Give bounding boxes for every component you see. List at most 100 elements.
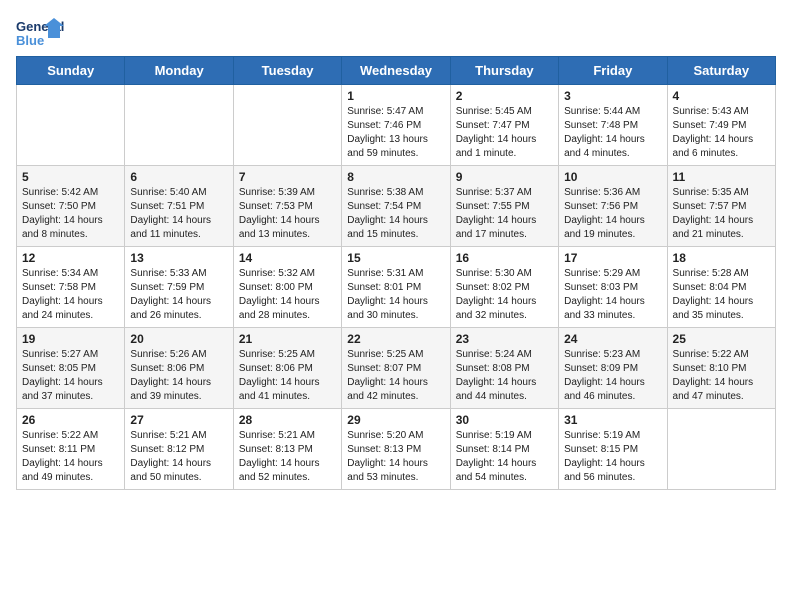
- calendar-week-2: 5Sunrise: 5:42 AMSunset: 7:50 PMDaylight…: [17, 166, 776, 247]
- day-number: 8: [347, 170, 444, 184]
- calendar-cell: 29 Sunrise: 5:20 AMSunset: 8:13 PMDayligh…: [342, 409, 450, 490]
- day-number: 5: [22, 170, 119, 184]
- calendar-cell: 3 Sunrise: 5:44 AMSunset: 7:48 PMDaylight…: [559, 85, 667, 166]
- day-info: Sunrise: 5:44 AMSunset: 7:48 PMDaylight:…: [564, 105, 661, 161]
- calendar-week-1: 1Sunrise: 5:47 AMSunset: 7:46 PMDaylight…: [17, 85, 776, 166]
- calendar-cell: 16 Sunrise: 5:30 AMSunset: 8:02 PMDayligh…: [450, 247, 558, 328]
- day-number: 18: [673, 251, 770, 265]
- calendar-cell: 2 Sunrise: 5:45 AMSunset: 7:47 PMDaylight…: [450, 85, 558, 166]
- day-header-thursday: Thursday: [450, 57, 558, 85]
- calendar-week-5: 26 Sunrise: 5:22 AMSunset: 8:11 PMDayligh…: [17, 409, 776, 490]
- calendar-cell: 14 Sunrise: 5:32 AMSunset: 8:00 PMDayligh…: [233, 247, 341, 328]
- calendar-cell: 23 Sunrise: 5:24 AMSunset: 8:08 PMDayligh…: [450, 328, 558, 409]
- svg-text:Blue: Blue: [16, 33, 44, 48]
- day-info: Sunrise: 5:43 AMSunset: 7:49 PMDaylight:…: [673, 105, 770, 161]
- day-info: Sunrise: 5:37 AMSunset: 7:55 PMDaylight:…: [456, 186, 553, 242]
- calendar-cell: 6 Sunrise: 5:40 AMSunset: 7:51 PMDaylight…: [125, 166, 233, 247]
- day-info: Sunrise: 5:29 AMSunset: 8:03 PMDaylight:…: [564, 267, 661, 323]
- day-number: 23: [456, 332, 553, 346]
- day-number: 14: [239, 251, 336, 265]
- day-number: 26: [22, 413, 119, 427]
- day-info: Sunrise: 5:22 AMSunset: 8:11 PMDaylight:…: [22, 429, 119, 485]
- day-info: Sunrise: 5:21 AMSunset: 8:13 PMDaylight:…: [239, 429, 336, 485]
- calendar-cell: 22 Sunrise: 5:25 AMSunset: 8:07 PMDayligh…: [342, 328, 450, 409]
- day-info: Sunrise: 5:30 AMSunset: 8:02 PMDaylight:…: [456, 267, 553, 323]
- day-info: Sunrise: 5:21 AMSunset: 8:12 PMDaylight:…: [130, 429, 227, 485]
- calendar-cell: 30Sunrise: 5:19 AMSunset: 8:14 PMDayligh…: [450, 409, 558, 490]
- day-header-monday: Monday: [125, 57, 233, 85]
- calendar-cell: 20 Sunrise: 5:26 AMSunset: 8:06 PMDayligh…: [125, 328, 233, 409]
- day-info: Sunrise: 5:26 AMSunset: 8:06 PMDaylight:…: [130, 348, 227, 404]
- calendar-cell: [233, 85, 341, 166]
- day-info: Sunrise: 5:32 AMSunset: 8:00 PMDaylight:…: [239, 267, 336, 323]
- day-number: 19: [22, 332, 119, 346]
- day-header-wednesday: Wednesday: [342, 57, 450, 85]
- day-number: 16: [456, 251, 553, 265]
- calendar-cell: 21 Sunrise: 5:25 AMSunset: 8:06 PMDayligh…: [233, 328, 341, 409]
- day-number: 7: [239, 170, 336, 184]
- calendar-cell: [17, 85, 125, 166]
- day-header-saturday: Saturday: [667, 57, 775, 85]
- day-number: 2: [456, 89, 553, 103]
- day-number: 15: [347, 251, 444, 265]
- calendar-week-4: 19 Sunrise: 5:27 AMSunset: 8:05 PMDayligh…: [17, 328, 776, 409]
- day-number: 28: [239, 413, 336, 427]
- calendar-cell: 28 Sunrise: 5:21 AMSunset: 8:13 PMDayligh…: [233, 409, 341, 490]
- day-number: 20: [130, 332, 227, 346]
- day-number: 11: [673, 170, 770, 184]
- day-info: Sunrise: 5:39 AMSunset: 7:53 PMDaylight:…: [239, 186, 336, 242]
- day-number: 4: [673, 89, 770, 103]
- day-header-sunday: Sunday: [17, 57, 125, 85]
- day-info: Sunrise: 5:40 AMSunset: 7:51 PMDaylight:…: [130, 186, 227, 242]
- calendar-cell: 27 Sunrise: 5:21 AMSunset: 8:12 PMDayligh…: [125, 409, 233, 490]
- day-number: 22: [347, 332, 444, 346]
- day-info: Sunrise: 5:23 AMSunset: 8:09 PMDaylight:…: [564, 348, 661, 404]
- day-number: 27: [130, 413, 227, 427]
- day-number: 10: [564, 170, 661, 184]
- day-number: 12: [22, 251, 119, 265]
- logo-icon: GeneralBlue: [16, 16, 66, 52]
- day-number: 25: [673, 332, 770, 346]
- calendar-cell: 7 Sunrise: 5:39 AMSunset: 7:53 PMDaylight…: [233, 166, 341, 247]
- day-info: Sunrise: 5:25 AMSunset: 8:06 PMDaylight:…: [239, 348, 336, 404]
- day-info: Sunrise: 5:45 AMSunset: 7:47 PMDaylight:…: [456, 105, 553, 161]
- day-info: Sunrise: 5:36 AMSunset: 7:56 PMDaylight:…: [564, 186, 661, 242]
- day-info: Sunrise: 5:20 AMSunset: 8:13 PMDaylight:…: [347, 429, 444, 485]
- day-header-tuesday: Tuesday: [233, 57, 341, 85]
- calendar-cell: 15Sunrise: 5:31 AMSunset: 8:01 PMDayligh…: [342, 247, 450, 328]
- calendar-cell: 12Sunrise: 5:34 AMSunset: 7:58 PMDayligh…: [17, 247, 125, 328]
- day-number: 1: [347, 89, 444, 103]
- day-number: 3: [564, 89, 661, 103]
- calendar-cell: 26 Sunrise: 5:22 AMSunset: 8:11 PMDayligh…: [17, 409, 125, 490]
- calendar-week-3: 12Sunrise: 5:34 AMSunset: 7:58 PMDayligh…: [17, 247, 776, 328]
- day-info: Sunrise: 5:27 AMSunset: 8:05 PMDaylight:…: [22, 348, 119, 404]
- calendar-cell: 17 Sunrise: 5:29 AMSunset: 8:03 PMDayligh…: [559, 247, 667, 328]
- header: GeneralBlue: [16, 16, 776, 52]
- day-number: 21: [239, 332, 336, 346]
- day-number: 31: [564, 413, 661, 427]
- day-info: Sunrise: 5:25 AMSunset: 8:07 PMDaylight:…: [347, 348, 444, 404]
- day-number: 6: [130, 170, 227, 184]
- logo: GeneralBlue: [16, 16, 66, 52]
- day-info: Sunrise: 5:22 AMSunset: 8:10 PMDaylight:…: [673, 348, 770, 404]
- calendar-cell: [667, 409, 775, 490]
- calendar-cell: 19 Sunrise: 5:27 AMSunset: 8:05 PMDayligh…: [17, 328, 125, 409]
- day-number: 17: [564, 251, 661, 265]
- day-number: 13: [130, 251, 227, 265]
- calendar-cell: 31 Sunrise: 5:19 AMSunset: 8:15 PMDayligh…: [559, 409, 667, 490]
- calendar-cell: 8 Sunrise: 5:38 AMSunset: 7:54 PMDaylight…: [342, 166, 450, 247]
- day-info: Sunrise: 5:28 AMSunset: 8:04 PMDaylight:…: [673, 267, 770, 323]
- calendar-cell: [125, 85, 233, 166]
- calendar-cell: 25 Sunrise: 5:22 AMSunset: 8:10 PMDayligh…: [667, 328, 775, 409]
- day-info: Sunrise: 5:24 AMSunset: 8:08 PMDaylight:…: [456, 348, 553, 404]
- day-number: 30: [456, 413, 553, 427]
- calendar-cell: 13Sunrise: 5:33 AMSunset: 7:59 PMDayligh…: [125, 247, 233, 328]
- calendar-cell: 24 Sunrise: 5:23 AMSunset: 8:09 PMDayligh…: [559, 328, 667, 409]
- day-info: Sunrise: 5:19 AMSunset: 8:15 PMDaylight:…: [564, 429, 661, 485]
- calendar-table: SundayMondayTuesdayWednesdayThursdayFrid…: [16, 56, 776, 490]
- day-number: 24: [564, 332, 661, 346]
- day-number: 29: [347, 413, 444, 427]
- calendar-cell: 1Sunrise: 5:47 AMSunset: 7:46 PMDaylight…: [342, 85, 450, 166]
- calendar-header-row: SundayMondayTuesdayWednesdayThursdayFrid…: [17, 57, 776, 85]
- day-info: Sunrise: 5:38 AMSunset: 7:54 PMDaylight:…: [347, 186, 444, 242]
